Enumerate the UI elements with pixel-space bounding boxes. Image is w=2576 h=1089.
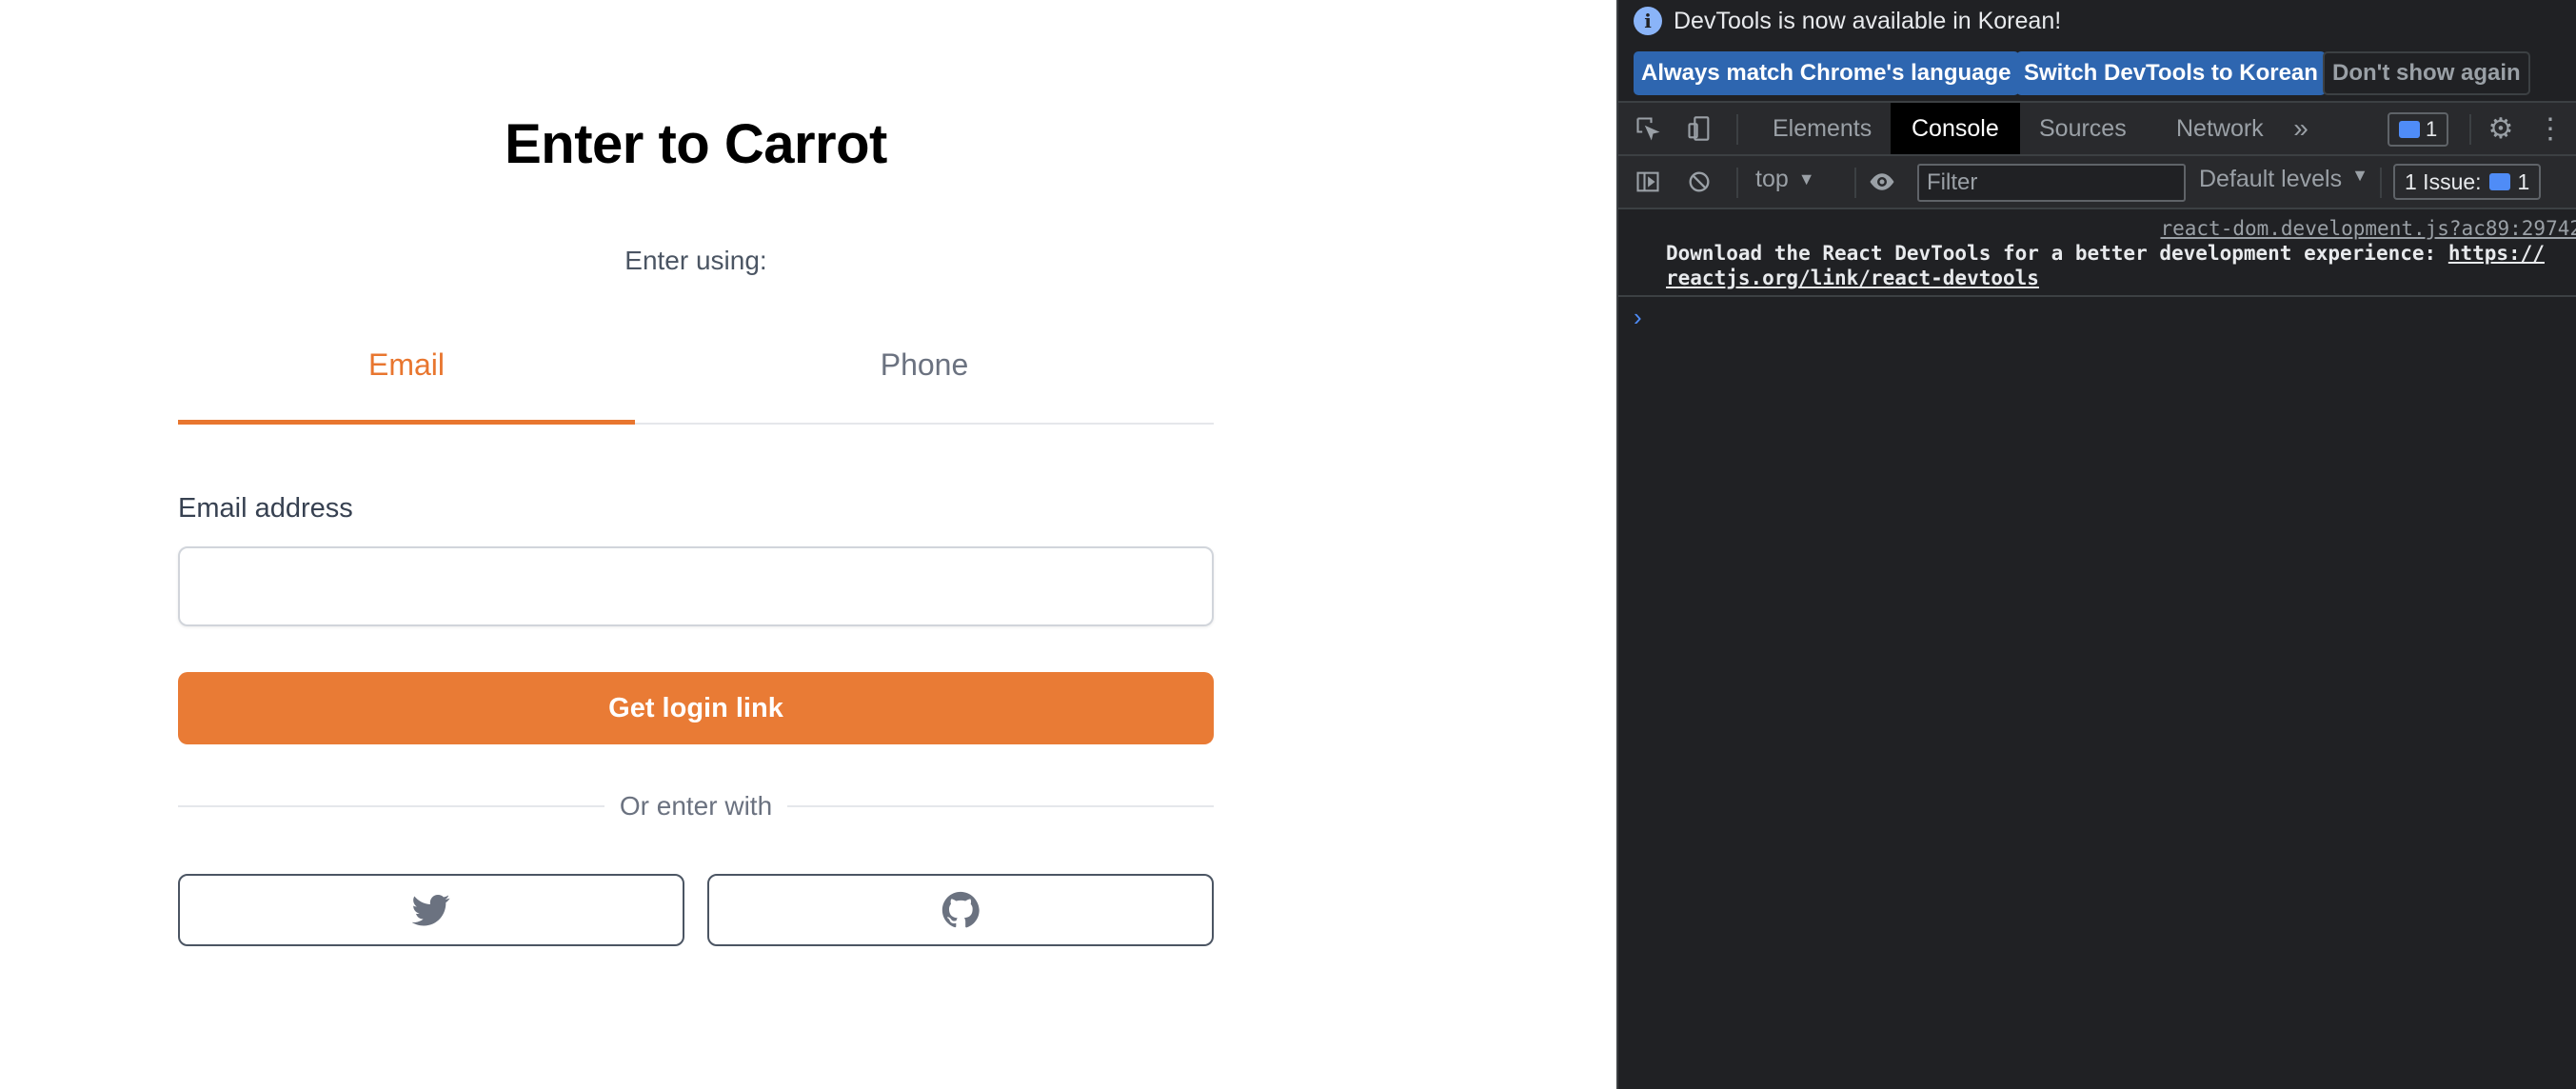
- toolbar-separator: [1854, 168, 1856, 198]
- gear-icon[interactable]: ⚙: [2487, 113, 2515, 145]
- context-value: top: [1755, 166, 1789, 192]
- divider-line-right: [787, 805, 1214, 807]
- get-login-link-button[interactable]: Get login link: [178, 672, 1214, 744]
- inspect-element-icon[interactable]: [1634, 114, 1662, 143]
- tab-elements[interactable]: Elements: [1752, 103, 1892, 154]
- sidebar-toggle-icon[interactable]: [1634, 168, 1662, 196]
- language-infobar: i DevTools is now available in Korean! A…: [1618, 0, 2576, 103]
- messages-badge[interactable]: 1: [2388, 112, 2449, 147]
- email-address-label: Email address: [178, 493, 353, 524]
- twitter-icon: [412, 895, 450, 926]
- chevron-down-icon: ▼: [1797, 169, 1815, 188]
- console-output: react-dom.development.js?ac89:29742 Down…: [1618, 209, 2576, 331]
- github-login-button[interactable]: [707, 874, 1214, 946]
- issue-icon: [2488, 173, 2510, 190]
- tab-email[interactable]: Email: [178, 333, 635, 425]
- clear-console-icon[interactable]: [1685, 168, 1714, 196]
- or-enter-with-divider: Or enter with: [178, 790, 1214, 822]
- toolbar-separator: [1736, 114, 1738, 145]
- email-input[interactable]: [178, 546, 1214, 626]
- toolbar-separator: [2380, 168, 2382, 198]
- devtools-panel: i DevTools is now available in Korean! A…: [1616, 0, 2576, 1089]
- chevron-down-icon: ▼: [2351, 166, 2368, 185]
- issues-count: 1: [2517, 168, 2530, 194]
- message-link[interactable]: reactjs.org/link/react-devtools: [1666, 267, 2039, 289]
- context-selector[interactable]: top ▼: [1755, 166, 1815, 193]
- issues-badge[interactable]: 1 Issue: 1: [2393, 164, 2542, 200]
- log-levels-dropdown[interactable]: Default levels ▼: [2199, 166, 2368, 193]
- message-link-start[interactable]: https://: [2448, 242, 2545, 265]
- filter-input[interactable]: [1917, 164, 2186, 202]
- issues-label: 1 Issue:: [2405, 168, 2482, 194]
- tab-phone[interactable]: Phone: [635, 333, 1214, 423]
- devtools-toolbar: Elements Console Sources Network » 1 ⚙ ⋮: [1618, 103, 2576, 156]
- dont-show-again-button[interactable]: Don't show again: [2323, 51, 2530, 95]
- divider-line-left: [178, 805, 604, 807]
- console-message: react-dom.development.js?ac89:29742 Down…: [1618, 209, 2576, 297]
- eye-icon[interactable]: [1868, 168, 1896, 196]
- console-prompt-icon[interactable]: ›: [1634, 303, 1642, 332]
- info-icon: i: [1634, 7, 1662, 35]
- tab-network[interactable]: Network: [2155, 103, 2285, 154]
- page-title: Enter to Carrot: [505, 113, 887, 175]
- app-page: Enter to Carrot Enter using: Email Phone…: [0, 0, 1616, 1089]
- toolbar-separator: [1736, 168, 1738, 198]
- device-toolbar-icon[interactable]: [1685, 114, 1714, 143]
- message-icon: [2399, 121, 2420, 138]
- levels-value: Default levels: [2199, 166, 2343, 192]
- enter-using-label: Enter using:: [624, 246, 767, 275]
- tab-sources[interactable]: Sources: [2018, 103, 2148, 154]
- login-method-tabs: Email Phone: [178, 333, 1214, 425]
- switch-to-korean-button[interactable]: Switch DevTools to Korean: [2016, 51, 2326, 95]
- divider-text: Or enter with: [619, 791, 773, 821]
- more-tabs-icon[interactable]: »: [2287, 113, 2315, 143]
- always-match-language-button[interactable]: Always match Chrome's language: [1634, 51, 2019, 95]
- toolbar-separator: [2469, 114, 2471, 145]
- message-count: 1: [2426, 117, 2438, 141]
- kebab-menu-icon[interactable]: ⋮: [2536, 113, 2565, 145]
- message-source-link[interactable]: react-dom.development.js?ac89:29742: [2160, 217, 2576, 240]
- infobar-message: DevTools is now available in Korean!: [1674, 8, 2062, 34]
- console-filter-bar: top ▼ Default levels ▼ 1 Issue: 1: [1618, 156, 2576, 209]
- github-icon: [941, 891, 980, 928]
- twitter-login-button[interactable]: [178, 874, 684, 946]
- message-text: Download the React DevTools for a better…: [1666, 242, 2545, 265]
- tab-console[interactable]: Console: [1891, 103, 2020, 154]
